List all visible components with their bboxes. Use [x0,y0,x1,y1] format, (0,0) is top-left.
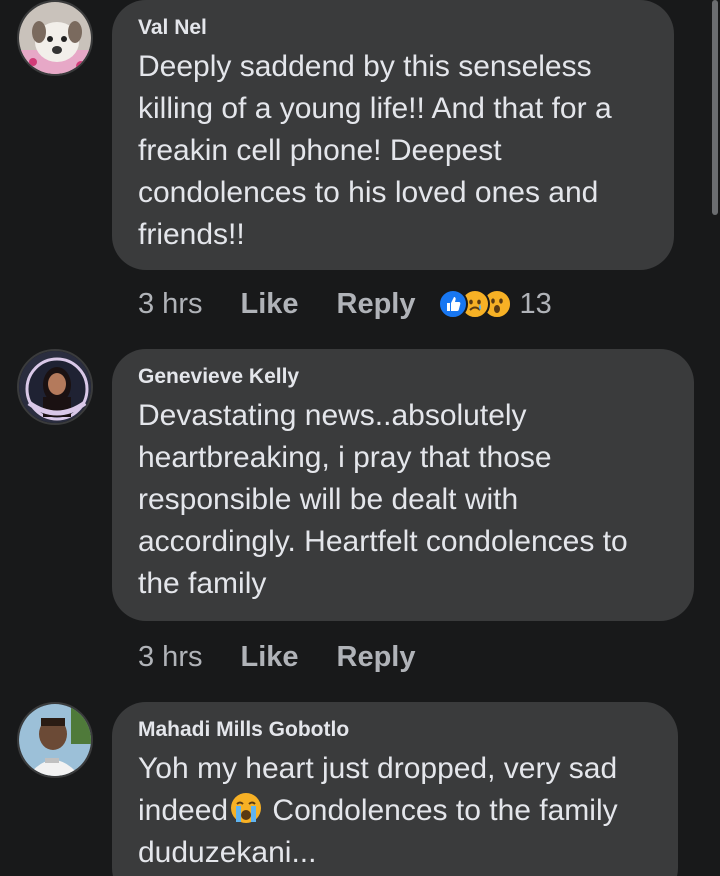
comment-timestamp[interactable]: 3 hrs [138,288,202,321]
comment-text-line: condolences to his loved ones and [138,176,599,209]
comment-actions: 3 hrs Like Reply [138,284,552,324]
comment-text-line: responsible will be dealt with [138,483,519,516]
comment-text-line: Devastating news..absolutely [138,399,527,432]
reaction-count: 13 [519,287,552,320]
comment-text: Devastating news..absolutely heartbreaki… [138,395,668,605]
comment-text-line: heartbreaking, i pray that those [138,441,552,474]
comments-page: Val Nel Deeply saddend by this senseless… [0,0,720,876]
comment-text-line: friends!! [138,218,245,251]
avatar[interactable] [17,0,93,76]
reply-button[interactable]: Reply [337,641,416,674]
like-button[interactable]: Like [240,288,298,321]
comment-bubble: Mahadi Mills Gobotlo Yoh my heart just d… [112,702,678,876]
comment-timestamp[interactable]: 3 hrs [138,641,202,674]
comment-text-line: indeed Condolences to the family [138,790,652,832]
reactions-summary[interactable]: 13 [437,287,552,321]
comment-bubble: Genevieve Kelly Devastating news..absolu… [112,349,694,621]
comment-text-line: the family [138,567,267,600]
comment-text: Yoh my heart just dropped, very sad inde… [138,748,652,874]
comment-text-line: accordingly. Heartfelt condolences to [138,525,628,558]
like-reaction-icon [437,289,468,319]
comment-text-line: duduzekani... [138,836,317,869]
comment-text-line: killing of a young life!! And that for a [138,92,612,125]
comment-text-line: freakin cell phone! Deepest [138,134,502,167]
scrollbar[interactable] [712,0,718,215]
comment-text-line: Deeply saddend by this senseless [138,50,592,83]
comment-text-fragment: Condolences to the family [264,794,618,827]
comment-bubble: Val Nel Deeply saddend by this senseless… [112,0,674,270]
comment-author[interactable]: Mahadi Mills Gobotlo [138,716,652,744]
comment-text-line: Yoh my heart just dropped, very sad [138,752,618,785]
comment-author[interactable]: Genevieve Kelly [138,363,668,391]
comment-author[interactable]: Val Nel [138,14,648,42]
avatar[interactable] [17,702,93,778]
crying-face-emoji-icon [228,790,264,826]
avatar[interactable] [17,349,93,425]
comment-text-fragment: indeed [138,794,229,827]
comment-text: Deeply saddend by this senseless killing… [138,46,648,256]
comment-actions: 3 hrs Like Reply [138,637,454,677]
like-button[interactable]: Like [240,641,298,674]
reply-button[interactable]: Reply [337,288,416,321]
